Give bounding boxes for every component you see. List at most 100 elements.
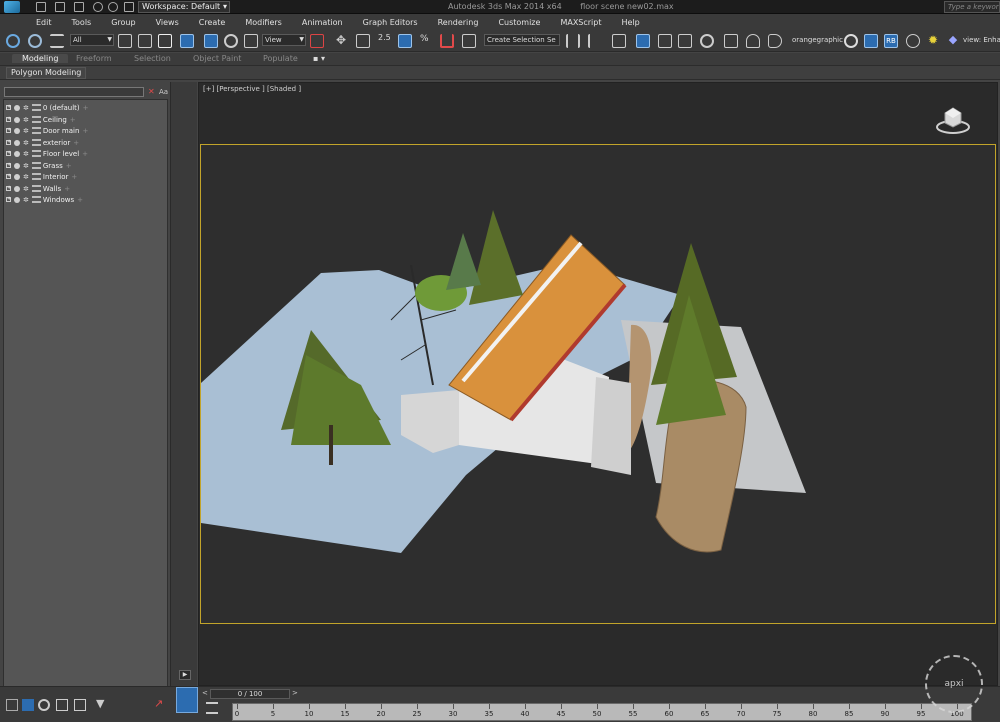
- visibility-icon[interactable]: [14, 196, 20, 203]
- display-options-icon[interactable]: [56, 699, 68, 711]
- add-icon[interactable]: +: [64, 185, 70, 193]
- sun-icon[interactable]: ✹: [926, 34, 940, 48]
- add-icon[interactable]: +: [82, 127, 88, 135]
- freeze-icon[interactable]: ✲: [23, 139, 29, 147]
- ribbon-options-icon[interactable]: ▪ ▾: [313, 54, 325, 63]
- list-item[interactable]: + ✲ Door main +: [6, 125, 88, 136]
- link-icon[interactable]: [6, 34, 20, 48]
- expand-icon[interactable]: +: [6, 186, 11, 191]
- viewport-label[interactable]: [+] [Perspective ] [Shaded ]: [203, 85, 301, 93]
- diamond-icon[interactable]: ◆: [946, 34, 960, 48]
- percent-snap-icon[interactable]: %: [420, 34, 429, 44]
- render-setup-icon[interactable]: [724, 34, 738, 48]
- named-selection-set-dropdown[interactable]: Create Selection Se: [484, 34, 560, 46]
- polygon-modeling-panel[interactable]: Polygon Modeling: [6, 67, 87, 79]
- list-item[interactable]: + ✲ Walls +: [6, 183, 70, 194]
- select-and-scale-icon[interactable]: [244, 34, 258, 48]
- expand-icon[interactable]: +: [6, 105, 11, 110]
- select-and-move-icon[interactable]: [204, 34, 218, 48]
- workspace-dropdown[interactable]: Workspace: Default ▾: [138, 1, 230, 13]
- tree-plugin-icon[interactable]: [906, 34, 920, 48]
- render-production-icon[interactable]: [768, 34, 782, 48]
- ribbon-toggle-icon[interactable]: [636, 34, 650, 48]
- visibility-icon[interactable]: [14, 185, 20, 192]
- select-and-rotate-icon[interactable]: [224, 34, 238, 48]
- tab-modeling[interactable]: Modeling: [12, 54, 69, 63]
- add-icon[interactable]: +: [66, 162, 72, 170]
- menu-rendering[interactable]: Rendering: [438, 18, 479, 27]
- visibility-icon[interactable]: [14, 104, 20, 111]
- freeze-icon[interactable]: ✲: [23, 116, 29, 124]
- rendered-frame-window-icon[interactable]: [746, 34, 760, 48]
- expand-panel-icon[interactable]: ▶: [179, 670, 191, 680]
- tab-populate[interactable]: Populate: [263, 54, 298, 63]
- viewcube-icon[interactable]: [935, 105, 971, 135]
- add-icon[interactable]: +: [77, 196, 83, 204]
- edit-named-selection-icon[interactable]: [462, 34, 476, 48]
- layers-icon[interactable]: [22, 699, 34, 711]
- mini-curve-editor-icon[interactable]: [206, 702, 218, 714]
- menu-maxscript[interactable]: MAXScript: [560, 18, 601, 27]
- layer-explorer-toggle[interactable]: [176, 687, 198, 713]
- pick-icon[interactable]: ↗: [154, 698, 166, 711]
- open-file-icon[interactable]: [55, 2, 65, 12]
- add-icon[interactable]: +: [82, 150, 88, 158]
- display-none-icon[interactable]: [6, 699, 18, 711]
- freeze-icon[interactable]: ✲: [23, 127, 29, 135]
- sort-icon[interactable]: [38, 699, 50, 711]
- angle-snap-icon[interactable]: [398, 34, 412, 48]
- spinner-snap-icon[interactable]: [440, 34, 454, 48]
- match-case-icon[interactable]: Aa: [159, 88, 168, 96]
- rectangular-region-icon[interactable]: [158, 34, 172, 48]
- expand-icon[interactable]: +: [6, 151, 11, 156]
- visibility-icon[interactable]: [14, 150, 20, 157]
- add-icon[interactable]: +: [71, 173, 77, 181]
- filter-icon[interactable]: ▼: [96, 698, 108, 711]
- add-icon[interactable]: +: [70, 116, 76, 124]
- visibility-icon[interactable]: [14, 173, 20, 180]
- redo-icon[interactable]: [108, 2, 118, 12]
- layer-manager-icon[interactable]: [612, 34, 626, 48]
- reference-coordinate-dropdown[interactable]: View ▼: [262, 34, 306, 46]
- list-item[interactable]: + ✲ Windows +: [6, 194, 83, 205]
- visibility-icon[interactable]: [14, 139, 20, 146]
- tab-object-paint[interactable]: Object Paint: [193, 54, 241, 63]
- unlink-icon[interactable]: [28, 34, 42, 48]
- pivot-center-icon[interactable]: [310, 34, 324, 48]
- app-logo-icon[interactable]: [4, 1, 20, 13]
- menu-tools[interactable]: Tools: [72, 18, 92, 27]
- expand-icon[interactable]: +: [6, 197, 11, 202]
- plugin-sphere-icon[interactable]: [844, 34, 858, 48]
- curve-editor-icon[interactable]: [658, 34, 672, 48]
- bind-space-warp-icon[interactable]: [50, 34, 64, 48]
- list-item[interactable]: + ✲ Interior +: [6, 171, 77, 182]
- material-editor-icon[interactable]: [700, 34, 714, 48]
- menu-modifiers[interactable]: Modifiers: [245, 18, 282, 27]
- list-item[interactable]: + ✲ Ceiling +: [6, 114, 76, 125]
- expand-icon[interactable]: +: [6, 117, 11, 122]
- freeze-icon[interactable]: ✲: [23, 185, 29, 193]
- schematic-view-icon[interactable]: [678, 34, 692, 48]
- list-item[interactable]: + ✲ Grass +: [6, 160, 72, 171]
- previous-frame-icon[interactable]: <: [202, 689, 208, 697]
- menu-create[interactable]: Create: [199, 18, 226, 27]
- selection-filter-dropdown[interactable]: All ▼: [70, 34, 114, 46]
- expand-icon[interactable]: +: [6, 128, 11, 133]
- menu-customize[interactable]: Customize: [498, 18, 540, 27]
- list-item[interactable]: + ✲ Floor level +: [6, 148, 88, 159]
- visibility-icon[interactable]: [14, 162, 20, 169]
- expand-icon[interactable]: +: [6, 163, 11, 168]
- list-item[interactable]: + ✲ exterior +: [6, 137, 79, 148]
- select-by-name-icon[interactable]: [138, 34, 152, 48]
- menu-animation[interactable]: Animation: [302, 18, 343, 27]
- undo-icon[interactable]: [93, 2, 103, 12]
- explorer-search-input[interactable]: [4, 87, 144, 97]
- menu-group[interactable]: Group: [111, 18, 135, 27]
- expand-icon[interactable]: +: [6, 174, 11, 179]
- freeze-icon[interactable]: ✲: [23, 150, 29, 158]
- viewport-render-area[interactable]: [200, 144, 996, 624]
- rb-button[interactable]: RB: [884, 34, 898, 48]
- visibility-icon[interactable]: [14, 127, 20, 134]
- add-icon[interactable]: +: [73, 139, 79, 147]
- keyboard-shortcut-override-icon[interactable]: [356, 34, 370, 48]
